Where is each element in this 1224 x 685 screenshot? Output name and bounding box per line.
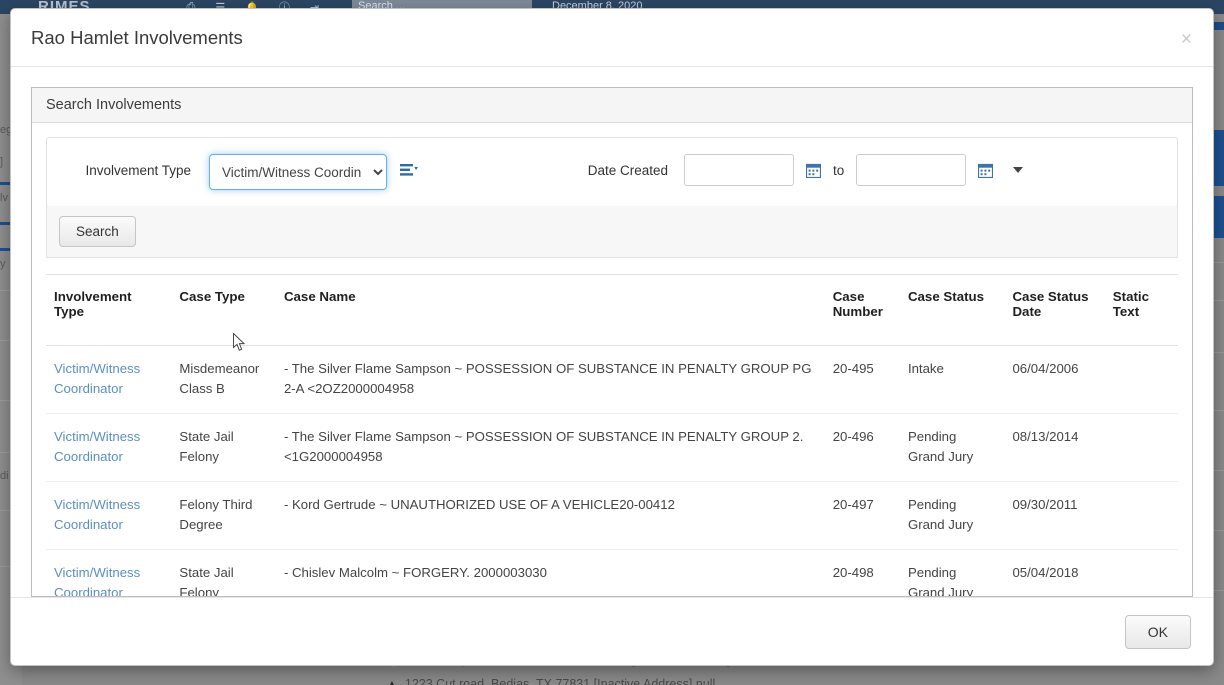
cell-static-text: [1104, 481, 1178, 550]
involvement-type-link[interactable]: Victim/Witness Coordinator: [54, 361, 140, 396]
cell-involvement-type: Victim/Witness Coordinator: [46, 413, 172, 482]
date-created-field: Date Created to: [548, 154, 1024, 186]
table-row: Victim/Witness Coordinator Misdemeanor C…: [46, 345, 1178, 414]
cell-case-name: - The Silver Flame Sampson ~ POSSESSION …: [275, 413, 825, 482]
table-row: Victim/Witness Coordinator State Jail Fe…: [46, 549, 1178, 596]
date-range-separator: to: [833, 162, 845, 178]
search-button[interactable]: Search: [59, 216, 136, 247]
cell-case-number: 20-496: [824, 413, 900, 482]
panel-body: Involvement Type Victim/Witness Coordin: [32, 123, 1192, 596]
cell-case-name: - The Silver Flame Sampson ~ POSSESSION …: [275, 345, 825, 414]
cell-case-status-date: 05/04/2018: [1004, 549, 1105, 596]
address-text-partial: 1223 Cut road, Bedias, TX 77831 [Inactiv…: [404, 677, 716, 685]
involvement-type-field: Involvement Type Victim/Witness Coordin: [61, 154, 418, 190]
cell-case-status: Pending Grand Jury: [899, 481, 1005, 550]
table-header-row: Involvement Type Case Type Case Name Cas…: [46, 275, 1178, 346]
modal-header: Rao Hamlet Involvements ×: [11, 9, 1213, 67]
address-line-partial: ▲ 1223 Cut road, Bedias, TX 77831 [Inacti…: [386, 677, 715, 685]
column-header-involvement-type[interactable]: Involvement Type: [46, 275, 172, 346]
involvement-type-link[interactable]: Victim/Witness Coordinator: [54, 565, 140, 596]
cell-case-status-date: 08/13/2014: [1004, 413, 1105, 482]
cell-case-status-date: 06/04/2006: [1004, 345, 1105, 414]
table-row: Victim/Witness Coordinator State Jail Fe…: [46, 413, 1178, 482]
column-header-case-name[interactable]: Case Name: [275, 275, 825, 346]
table-header: Involvement Type Case Type Case Name Cas…: [46, 275, 1178, 346]
cell-static-text: [1104, 549, 1178, 596]
search-form: Involvement Type Victim/Witness Coordin: [46, 137, 1178, 207]
panel-heading: Search Involvements: [32, 88, 1192, 123]
cell-case-status: Pending Grand Jury: [899, 549, 1005, 596]
date-from-input[interactable]: [684, 154, 794, 186]
involvements-modal: Rao Hamlet Involvements × Search Involve…: [10, 8, 1214, 666]
cell-involvement-type: Victim/Witness Coordinator: [46, 549, 172, 596]
cell-case-number: 20-497: [824, 481, 900, 550]
involvement-type-label: Involvement Type: [85, 163, 191, 178]
cell-involvement-type: Victim/Witness Coordinator: [46, 481, 172, 550]
cell-case-status: Intake: [899, 345, 1005, 414]
cell-case-name: - Kord Gertrude ~ UNAUTHORIZED USE OF A …: [275, 481, 825, 550]
cell-case-number: 20-495: [824, 345, 900, 414]
involvements-results-table: Involvement Type Case Type Case Name Cas…: [46, 275, 1178, 596]
search-action-bar: Search: [46, 206, 1178, 258]
cell-case-type: Misdemeanor Class B: [171, 345, 276, 414]
column-header-case-status[interactable]: Case Status: [899, 275, 1005, 346]
close-icon[interactable]: ×: [1177, 28, 1196, 51]
cell-static-text: [1104, 345, 1178, 414]
list-filter-icon[interactable]: [400, 163, 418, 177]
involvement-type-link[interactable]: Victim/Witness Coordinator: [54, 497, 140, 532]
modal-title: Rao Hamlet Involvements: [31, 26, 243, 48]
results-scroll-area[interactable]: Involvement Type Case Type Case Name Cas…: [46, 274, 1178, 596]
column-header-case-status-date[interactable]: Case Status Date: [1004, 275, 1105, 346]
cell-case-type: State Jail Felony: [171, 413, 276, 482]
ok-button[interactable]: OK: [1124, 614, 1191, 649]
table-row: Victim/Witness Coordinator Felony Third …: [46, 481, 1178, 550]
date-to-input[interactable]: [856, 154, 967, 186]
calendar-icon[interactable]: [978, 163, 994, 178]
involvement-type-select[interactable]: Victim/Witness Coordin: [209, 154, 387, 190]
column-header-case-type[interactable]: Case Type: [171, 275, 276, 346]
column-header-case-number[interactable]: Case Number: [824, 275, 900, 346]
cell-case-status-date: 09/30/2011: [1004, 481, 1105, 550]
involvement-type-select-wrap: Victim/Witness Coordin: [209, 154, 387, 190]
column-header-static-text[interactable]: Static Text: [1104, 275, 1178, 346]
cell-case-number: 20-498: [824, 549, 900, 596]
involvement-type-link[interactable]: Victim/Witness Coordinator: [54, 429, 140, 464]
cell-static-text: [1104, 413, 1178, 482]
cell-case-status: Pending Grand Jury: [899, 413, 1005, 482]
modal-footer: OK: [11, 597, 1213, 665]
date-created-label: Date Created: [587, 162, 668, 178]
caret-down-icon[interactable]: [1013, 167, 1024, 173]
cell-case-name: - Chislev Malcolm ~ FORGERY. 2000003030: [275, 549, 825, 596]
table-body: Victim/Witness Coordinator Misdemeanor C…: [46, 345, 1178, 596]
cell-case-type: State Jail Felony: [171, 549, 276, 596]
cell-case-type: Felony Third Degree: [171, 481, 276, 550]
search-involvements-panel: Search Involvements Involvement Type Vic…: [31, 87, 1193, 597]
calendar-icon[interactable]: [806, 163, 821, 178]
modal-body: Search Involvements Involvement Type Vic…: [11, 67, 1213, 597]
cell-involvement-type: Victim/Witness Coordinator: [46, 345, 172, 414]
location-icon: ▲: [386, 677, 398, 685]
